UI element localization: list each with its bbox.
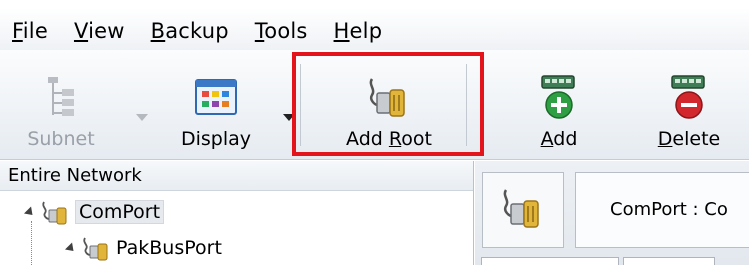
menu-tools[interactable]: Tools — [255, 18, 308, 44]
menu-help-label: elp — [349, 19, 383, 43]
subnet-tree-icon — [35, 72, 87, 122]
menu-tools-accel: T — [254, 19, 265, 43]
add-label: Add — [541, 128, 578, 150]
delete-label: Delete — [658, 128, 720, 150]
menu-tools-label: ools — [264, 19, 308, 43]
details-pane: ComPort : Co — [475, 161, 749, 265]
subnet-dropdown-arrow-icon[interactable] — [136, 114, 148, 121]
delete-button[interactable]: Delete — [644, 50, 734, 158]
tree-node-comport-label[interactable]: ComPort — [75, 200, 165, 224]
menu-backup-label: ackup — [165, 19, 229, 43]
details-icon-box — [482, 172, 564, 248]
tree-header: Entire Network — [0, 161, 473, 191]
add-button[interactable]: Add — [518, 50, 600, 158]
details-tab-2[interactable] — [623, 257, 715, 265]
network-tree-pane: Entire Network ComPort PakBusPort — [0, 161, 474, 265]
delete-station-icon — [663, 72, 715, 122]
tree-connector-line — [31, 221, 32, 265]
serial-plug-icon — [503, 189, 539, 228]
menu-view[interactable]: View — [74, 18, 125, 44]
details-tabstrip — [481, 257, 749, 265]
expand-toggle-icon[interactable] — [23, 205, 37, 219]
display-grid-icon — [190, 72, 242, 122]
menu-file[interactable]: File — [12, 18, 48, 44]
display-label: Display — [180, 128, 252, 150]
tree-node-pakbusport[interactable]: PakBusPort — [64, 235, 222, 261]
subnet-label: Subnet — [27, 128, 95, 150]
menu-help[interactable]: Help — [334, 18, 383, 44]
pakbusport-plug-icon — [83, 237, 108, 261]
menu-backup-accel: B — [150, 19, 166, 43]
subnet-button[interactable]: Subnet — [14, 50, 108, 158]
menu-view-accel: V — [73, 19, 89, 43]
menu-file-accel: F — [12, 19, 23, 43]
delete-label-rest: elete — [672, 128, 721, 150]
display-button[interactable]: Display — [168, 50, 264, 158]
menu-view-label: iew — [88, 19, 125, 43]
add-accel: A — [540, 128, 554, 150]
expand-toggle-icon[interactable] — [64, 241, 78, 255]
highlight-box — [292, 52, 484, 156]
comport-plug-icon — [42, 201, 67, 225]
menu-bar: File View Backup Tools Help — [0, 0, 749, 50]
add-label-rest: dd — [553, 128, 578, 150]
details-title: ComPort : Co — [575, 172, 749, 248]
tree-node-comport[interactable]: ComPort — [23, 199, 165, 225]
delete-accel: D — [657, 128, 673, 150]
menu-backup[interactable]: Backup — [151, 18, 229, 44]
menu-file-label: ile — [22, 19, 48, 43]
menu-help-accel: H — [333, 19, 350, 43]
tree-node-pakbusport-label[interactable]: PakBusPort — [116, 237, 222, 259]
details-tab-1[interactable] — [481, 257, 619, 265]
add-station-icon — [533, 72, 585, 122]
